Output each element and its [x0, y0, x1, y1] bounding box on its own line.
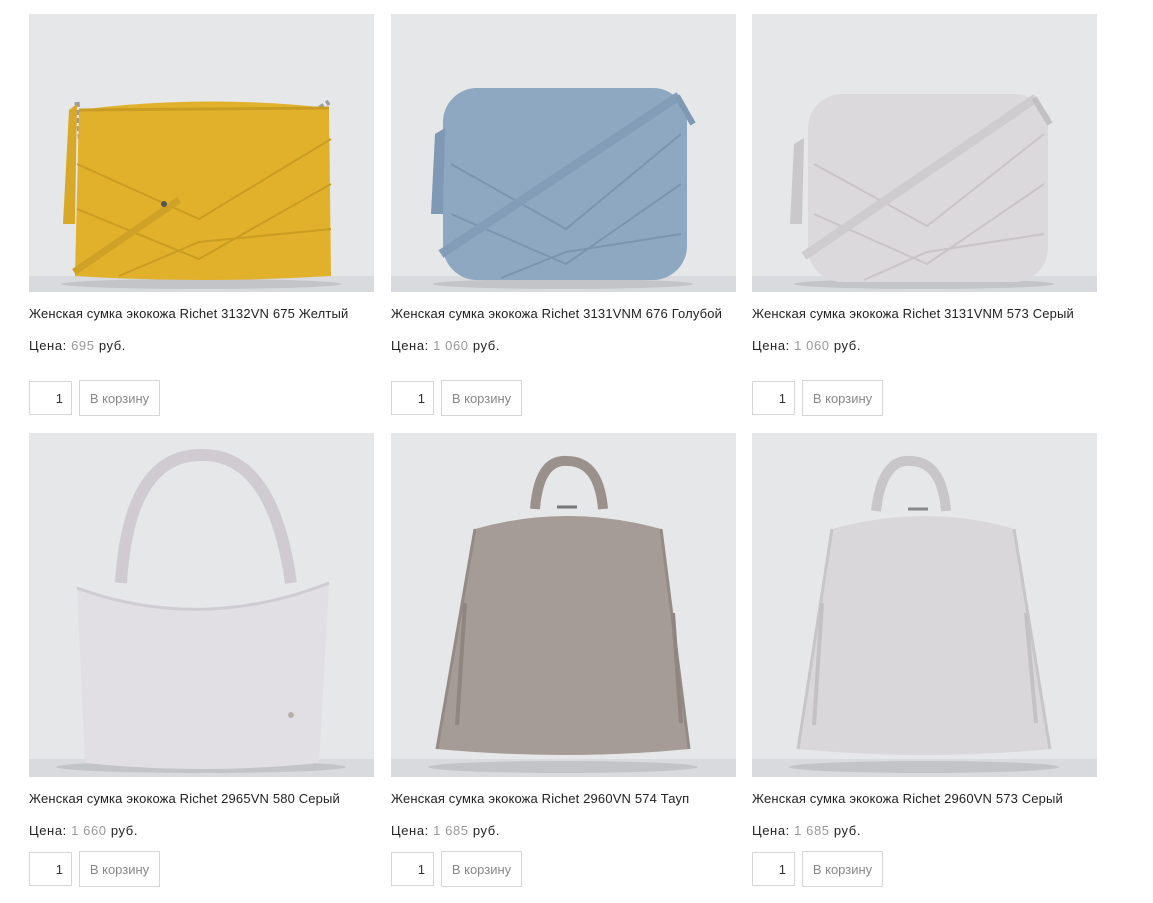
quantity-input[interactable] [752, 381, 795, 415]
add-to-cart-button[interactable]: В корзину [79, 380, 160, 416]
product-title[interactable]: Женская сумка экокожа Richet 2965VN 580 … [29, 791, 374, 806]
add-to-cart-button[interactable]: В корзину [79, 851, 160, 887]
product-price: Цена: 1 660 руб. [29, 823, 138, 838]
add-to-cart-button[interactable]: В корзину [441, 851, 522, 887]
quantity-input[interactable] [391, 852, 434, 886]
product-price: Цена: 1 685 руб. [391, 823, 500, 838]
quantity-input[interactable] [29, 381, 72, 415]
price-label: Цена: [391, 823, 429, 838]
product-image-link[interactable] [29, 14, 374, 292]
product-price: Цена: 1 060 руб. [391, 338, 500, 353]
product-image-link[interactable] [391, 433, 736, 777]
price-label: Цена: [391, 338, 429, 353]
product-image [752, 433, 1097, 777]
price-label: Цена: [29, 338, 67, 353]
product-image [391, 433, 736, 777]
quantity-input[interactable] [391, 381, 434, 415]
price-currency: руб. [833, 823, 862, 838]
price-amount: 695 [71, 338, 95, 353]
product-price: Цена: 1 685 руб. [752, 823, 861, 838]
price-currency: руб. [472, 823, 501, 838]
product-price: Цена: 695 руб. [29, 338, 126, 353]
product-image [29, 14, 374, 292]
price-label: Цена: [29, 823, 67, 838]
price-currency: руб. [98, 338, 127, 353]
price-amount: 1 685 [794, 823, 830, 838]
quantity-input[interactable] [29, 852, 72, 886]
price-label: Цена: [752, 823, 790, 838]
price-currency: руб. [472, 338, 501, 353]
product-title[interactable]: Женская сумка экокожа Richet 3131VNM 573… [752, 306, 1097, 321]
quantity-input[interactable] [752, 852, 795, 886]
add-to-cart-button[interactable]: В корзину [441, 380, 522, 416]
product-image [752, 14, 1097, 292]
product-image [391, 14, 736, 292]
product-title[interactable]: Женская сумка экокожа Richet 2960VN 573 … [752, 791, 1097, 806]
product-image-link[interactable] [391, 14, 736, 292]
product-title[interactable]: Женская сумка экокожа Richet 3132VN 675 … [29, 306, 374, 321]
price-amount: 1 060 [433, 338, 469, 353]
price-amount: 1 060 [794, 338, 830, 353]
add-to-cart-button[interactable]: В корзину [802, 380, 883, 416]
product-title[interactable]: Женская сумка экокожа Richet 2960VN 574 … [391, 791, 736, 806]
price-currency: руб. [833, 338, 862, 353]
add-to-cart-button[interactable]: В корзину [802, 851, 883, 887]
price-amount: 1 660 [71, 823, 107, 838]
price-amount: 1 685 [433, 823, 469, 838]
product-price: Цена: 1 060 руб. [752, 338, 861, 353]
product-image [29, 433, 374, 777]
product-title[interactable]: Женская сумка экокожа Richet 3131VNM 676… [391, 306, 736, 321]
product-image-link[interactable] [29, 433, 374, 777]
product-image-link[interactable] [752, 14, 1097, 292]
price-currency: руб. [110, 823, 139, 838]
product-image-link[interactable] [752, 433, 1097, 777]
price-label: Цена: [752, 338, 790, 353]
